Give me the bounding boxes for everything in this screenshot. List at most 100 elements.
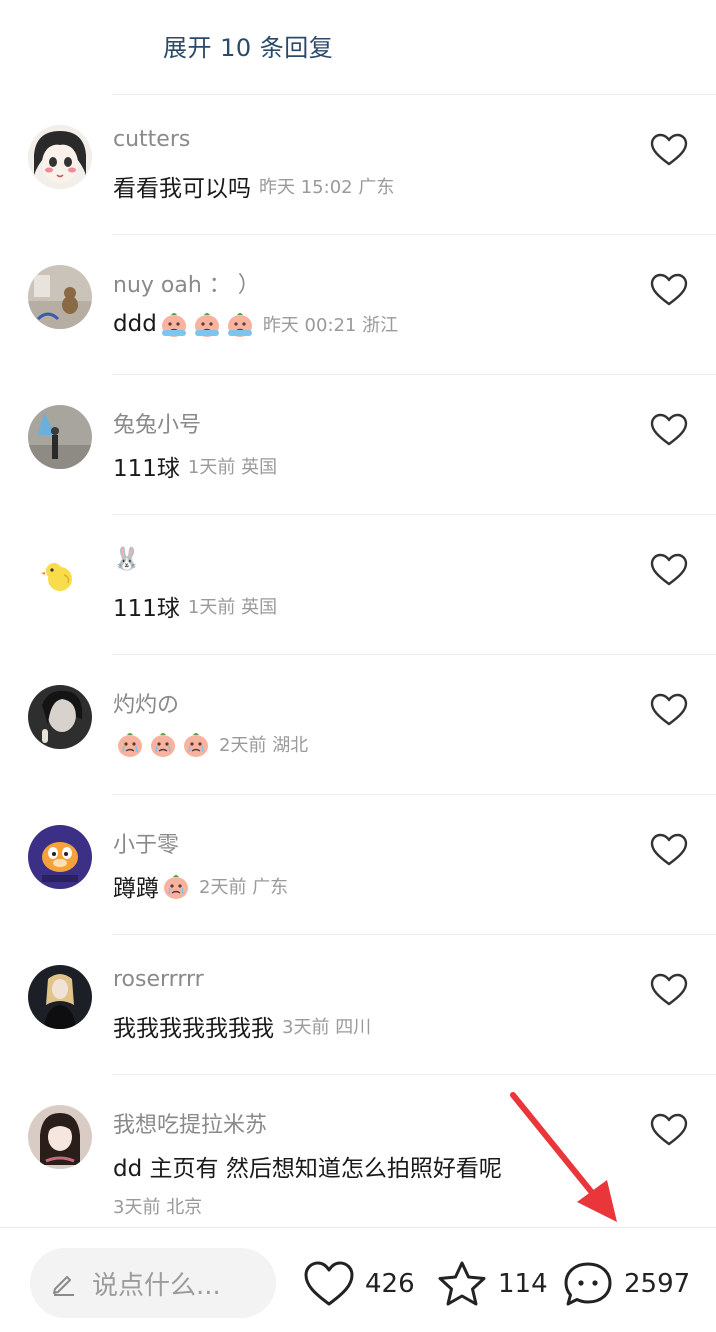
comment-time: 昨天 00:21: [262, 315, 357, 336]
like-count: 426: [365, 1269, 415, 1299]
comment-username[interactable]: 我想吃提拉米苏: [113, 1107, 267, 1139]
like-heart-icon[interactable]: [650, 833, 688, 867]
expand-replies-link[interactable]: 展开 10 条回复: [163, 28, 333, 63]
comment-time: 1天前: [187, 457, 236, 478]
favorite-button[interactable]: 114: [436, 1260, 548, 1308]
comment-button[interactable]: 2597: [562, 1260, 690, 1308]
avatar[interactable]: [28, 265, 92, 329]
comment-text: 111球: [113, 596, 180, 622]
comment-text: 111球: [113, 456, 180, 482]
avatar[interactable]: [28, 965, 92, 1029]
comment-time: 2天前: [219, 735, 267, 756]
comment-meta: 1天前 英国: [188, 593, 277, 619]
room-photo-avatar-icon: [28, 265, 92, 329]
like-button[interactable]: 426: [303, 1260, 415, 1308]
comments-screen: 展开 10 条回复 cutters 看看我可以吗 昨天 15:02 广东 nuy…: [0, 0, 716, 1332]
comment-item: 灼灼の 2天前 湖北: [0, 655, 716, 795]
blue-light-avatar-icon: [28, 405, 92, 469]
dark-selfie-avatar-icon: [28, 685, 92, 749]
yellow-chick-avatar-icon: [28, 545, 92, 609]
comment-body: 我我我我我我我 3天前 四川: [113, 1009, 371, 1043]
comment-location: 英国: [241, 457, 278, 478]
comment-text: 看看我可以吗: [113, 176, 251, 202]
comment-meta: 1天前 英国: [188, 453, 277, 479]
comment-time: 昨天 15:02: [259, 177, 353, 198]
like-heart-icon[interactable]: [650, 693, 688, 727]
comment-username[interactable]: 🐰: [113, 547, 140, 572]
comment-time: 3天前: [113, 1197, 161, 1218]
avatar[interactable]: [28, 685, 92, 749]
crying-peach-emoji-icon: [159, 309, 189, 339]
comment-meta: 2天前 湖北: [219, 731, 308, 757]
comment-text: dd 主页有 然后想知道怎么拍照好看呢: [113, 1156, 502, 1182]
night-portrait-avatar-icon: [28, 965, 92, 1029]
comment-item: cutters 看看我可以吗 昨天 15:02 广东: [0, 95, 716, 235]
girl-photo-avatar-icon: [28, 1105, 92, 1169]
comment-location: 英国: [241, 597, 278, 618]
comment-username[interactable]: nuy oah ： ）: [113, 267, 260, 299]
comment-item: 🐰 111球 1天前 英国: [0, 515, 716, 655]
comment-username[interactable]: roserrrrr: [113, 967, 204, 992]
comment-input[interactable]: 说点什么...: [30, 1248, 276, 1318]
comment-location: 广东: [252, 877, 289, 898]
comment-item: 小于零 蹲蹲 2天前 广东: [0, 795, 716, 935]
avatar[interactable]: [28, 405, 92, 469]
like-heart-icon[interactable]: [650, 133, 688, 167]
comment-list: cutters 看看我可以吗 昨天 15:02 广东 nuy oah ： ） d…: [0, 95, 716, 1218]
comment-body: 111球 1天前 英国: [113, 449, 277, 483]
comment-username[interactable]: 小于零: [113, 827, 179, 859]
comment-body: 2天前 湖北: [113, 729, 308, 759]
comment-meta: 3天前 北京: [113, 1193, 202, 1219]
comment-location: 广东: [358, 177, 395, 198]
comment-body: 蹲蹲 2天前 广东: [113, 869, 288, 903]
crying-peach-emoji-icon: [192, 309, 222, 339]
comment-username[interactable]: cutters: [113, 127, 190, 152]
comment-body: 111球 1天前 英国: [113, 589, 277, 623]
comment-item: nuy oah ： ） ddd 昨天 00:21 浙江: [0, 235, 716, 375]
like-heart-icon[interactable]: [650, 973, 688, 1007]
comment-body: ddd 昨天 00:21 浙江: [113, 309, 398, 339]
comment-time: 1天前: [187, 597, 236, 618]
comment-time: 3天前: [282, 1017, 330, 1038]
comment-text: 我我我我我我我: [113, 1016, 274, 1042]
comment-location: 四川: [335, 1017, 372, 1038]
like-heart-icon[interactable]: [650, 413, 688, 447]
comment-input-placeholder: 说点什么...: [92, 1270, 221, 1301]
comment-meta: 2天前 广东: [199, 873, 288, 899]
comment-time: 2天前: [199, 877, 247, 898]
like-heart-icon[interactable]: [650, 553, 688, 587]
comment-item: 兔兔小号 111球 1天前 英国: [0, 375, 716, 515]
comment-location: 浙江: [362, 315, 399, 336]
avatar[interactable]: [28, 825, 92, 889]
avatar[interactable]: [28, 125, 92, 189]
crying-peach-emoji-icon: [115, 729, 145, 759]
comment-meta: 昨天 00:21 浙江: [263, 311, 398, 337]
heart-icon: [303, 1260, 355, 1308]
pencil-icon: [50, 1269, 78, 1297]
comment-text: 蹲蹲: [113, 876, 159, 902]
emoji-group: [115, 729, 211, 759]
chat-bubble-icon: [562, 1260, 614, 1308]
like-heart-icon[interactable]: [650, 273, 688, 307]
comment-location: 北京: [166, 1197, 203, 1218]
comment-username[interactable]: 兔兔小号: [113, 407, 201, 439]
anime-girl-avatar-icon: [28, 125, 92, 189]
crying-peach-emoji-icon: [225, 309, 255, 339]
comment-text: ddd: [113, 311, 157, 337]
comment-username[interactable]: 灼灼の: [113, 687, 179, 719]
comment-item: roserrrrr 我我我我我我我 3天前 四川: [0, 935, 716, 1075]
comment-item: 我想吃提拉米苏 dd 主页有 然后想知道怎么拍照好看呢 3天前 北京: [0, 1075, 716, 1218]
star-icon: [436, 1260, 488, 1308]
emoji-group: [161, 871, 191, 901]
emoji-group: [159, 309, 255, 339]
favorite-count: 114: [498, 1269, 548, 1299]
comment-body: dd 主页有 然后想知道怎么拍照好看呢: [113, 1149, 502, 1183]
garfield-avatar-icon: [28, 825, 92, 889]
comment-meta: 3天前 四川: [282, 1013, 371, 1039]
crying-peach-emoji-icon: [181, 729, 211, 759]
avatar[interactable]: [28, 1105, 92, 1169]
like-heart-icon[interactable]: [650, 1113, 688, 1147]
crying-peach-emoji-icon: [161, 871, 191, 901]
crying-peach-emoji-icon: [148, 729, 178, 759]
avatar[interactable]: [28, 545, 92, 609]
